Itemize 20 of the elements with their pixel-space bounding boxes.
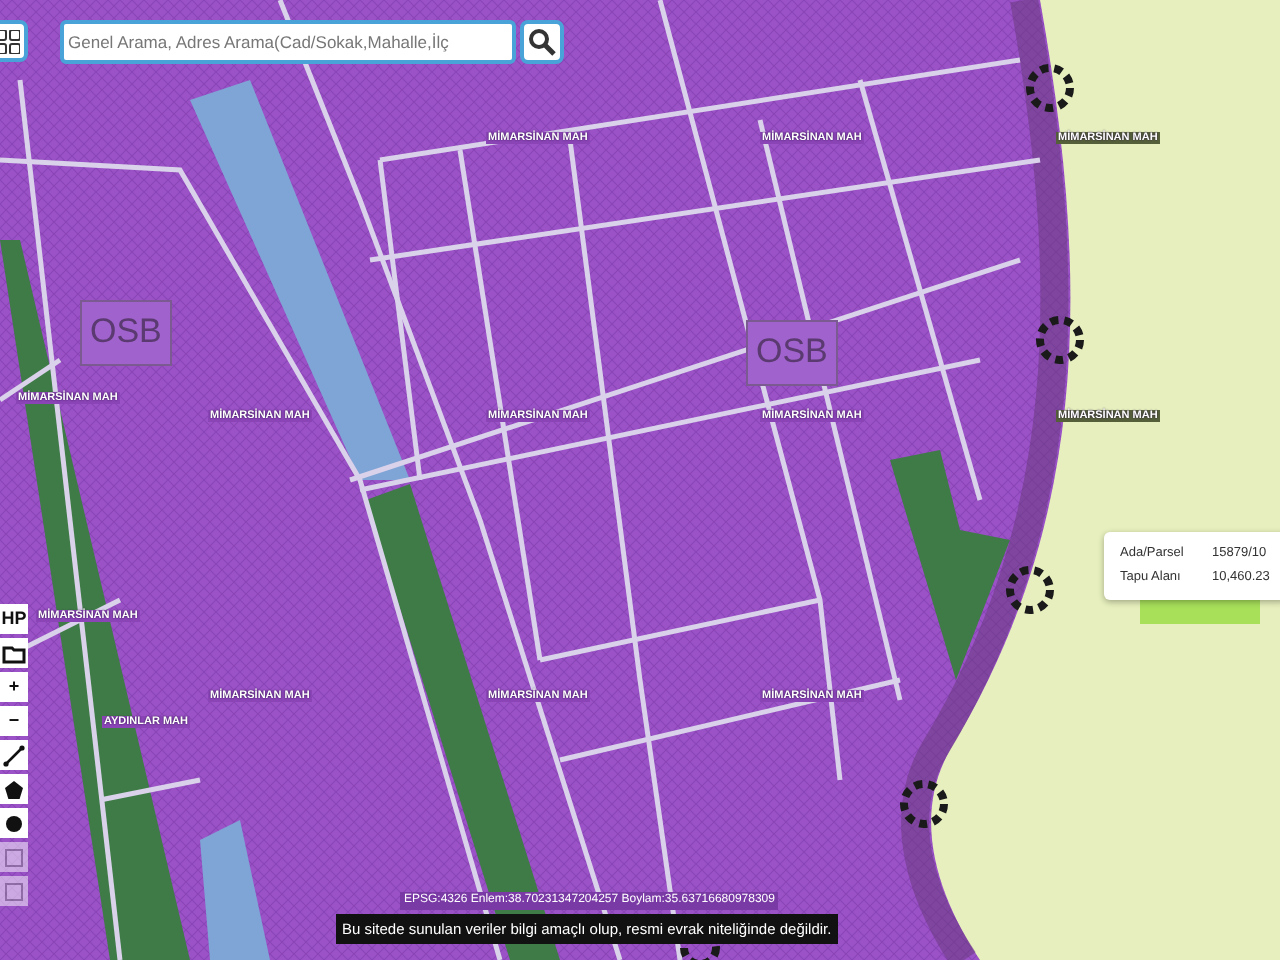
tool-button[interactable]: HP — [0, 604, 28, 634]
tool-button[interactable] — [0, 808, 28, 838]
zone-label: OSB — [746, 320, 838, 386]
pentagon-icon — [2, 777, 26, 801]
tool-button[interactable]: + — [0, 672, 28, 702]
search-button[interactable] — [520, 20, 564, 64]
zone-label: OSB — [80, 300, 172, 366]
tool-button[interactable] — [0, 740, 28, 770]
square-icon — [2, 879, 26, 903]
tool-button[interactable] — [0, 638, 28, 668]
folder-icon — [2, 641, 26, 665]
square-icon — [2, 845, 26, 869]
tool-button[interactable]: − — [0, 706, 28, 736]
apps-button[interactable] — [0, 20, 28, 62]
search-icon — [528, 28, 556, 56]
dot-icon — [2, 811, 26, 835]
grid-icon — [0, 29, 20, 53]
line-tool-icon — [2, 743, 26, 767]
search-field[interactable]: Genel Arama, Adres Arama(Cad/Sokak,Mahalle,İlç — [60, 20, 516, 64]
tool-button[interactable] — [0, 774, 28, 804]
